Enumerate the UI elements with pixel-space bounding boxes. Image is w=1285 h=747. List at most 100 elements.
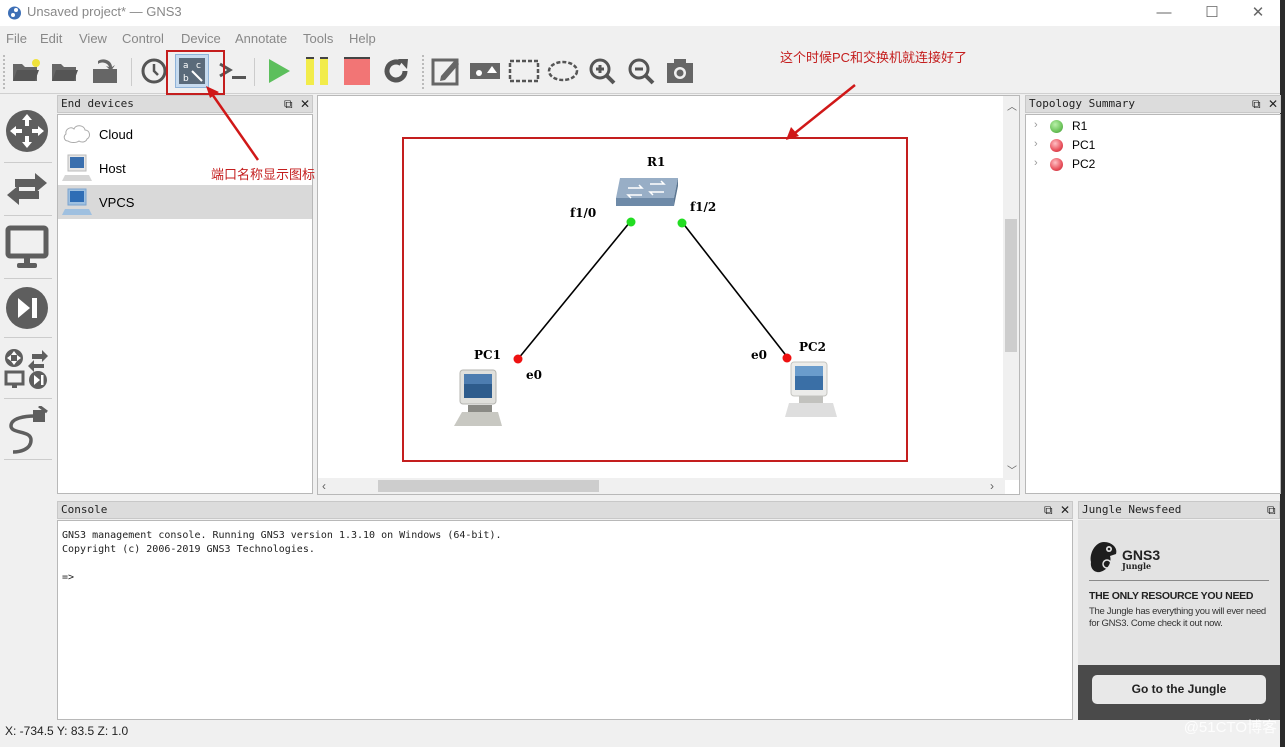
menu-edit[interactable]: Edit (40, 31, 62, 46)
device-item-vpcs[interactable]: VPCS (58, 185, 312, 219)
device-type-bar (0, 95, 55, 715)
browse-security-devices-button[interactable] (4, 285, 50, 331)
toolbar-separator (254, 58, 255, 86)
new-project-button[interactable] (9, 54, 43, 88)
scroll-right-icon[interactable]: › (990, 479, 994, 493)
jungle-headline: THE ONLY RESOURCE YOU NEED (1089, 590, 1254, 602)
draw-ellipse-button[interactable] (546, 54, 580, 88)
float-panel-icon[interactable]: ⧉ (1267, 502, 1276, 518)
device-label: Cloud (99, 127, 133, 142)
horizontal-scrollbar[interactable]: ‹ › (318, 478, 1005, 494)
scroll-down-icon[interactable]: ﹀ (1007, 462, 1017, 477)
close-panel-icon[interactable]: ✕ (1268, 96, 1278, 112)
browse-end-devices-button[interactable] (4, 223, 50, 273)
console-output[interactable]: GNS3 management console. Running GNS3 ve… (57, 520, 1073, 720)
port-label-f1-2[interactable]: f1/2 (690, 200, 716, 214)
divider (4, 459, 52, 460)
suspend-all-button[interactable] (300, 54, 334, 88)
device-item-cloud[interactable]: Cloud (58, 117, 312, 151)
topology-canvas[interactable]: R1 PC1 PC2 f1/0 f1/2 e0 e0 ︿ ﹀ ‹ › (317, 95, 1020, 495)
node-label-pc2[interactable]: PC2 (799, 340, 826, 354)
gns3-logo-icon (8, 6, 21, 20)
add-note-button[interactable] (429, 54, 463, 88)
console-line: Copyright (c) 2006-2019 GNS3 Technologie… (62, 544, 315, 555)
gns3-window: Unsaved project* — GNS3 — ☐ ✕ File Edit … (0, 0, 1281, 747)
menu-annotate[interactable]: Annotate (235, 31, 287, 46)
topology-item-label: PC2 (1072, 157, 1096, 171)
node-label-r1[interactable]: R1 (647, 155, 665, 169)
browse-routers-button[interactable] (4, 107, 50, 155)
menu-device[interactable]: Device (181, 31, 221, 46)
scroll-up-icon[interactable]: ︿ (1007, 98, 1017, 113)
start-all-button[interactable] (262, 54, 296, 88)
scroll-left-icon[interactable]: ‹ (322, 479, 326, 493)
close-button[interactable]: ✕ (1238, 2, 1278, 24)
node-label-pc1[interactable]: PC1 (474, 348, 501, 362)
add-link-button[interactable] (4, 405, 50, 455)
zoom-out-button[interactable] (624, 54, 658, 88)
console-prompt: => (62, 572, 75, 583)
folder-new-icon (13, 59, 40, 81)
port-f1-0-status (626, 217, 636, 227)
console-all-button[interactable] (215, 54, 249, 88)
go-to-jungle-button[interactable]: Go to the Jungle (1092, 675, 1266, 704)
toolbar-grip[interactable] (422, 55, 426, 89)
topology-item-r1[interactable]: › R1 (1026, 117, 1280, 136)
toolbar-separator (131, 58, 132, 86)
ellipse-icon (547, 60, 579, 82)
svg-text:b: b (183, 74, 189, 84)
topology-drawing (402, 137, 908, 462)
topology-item-pc2[interactable]: › PC2 (1026, 155, 1280, 174)
port-label-f1-0[interactable]: f1/0 (570, 206, 596, 220)
port-label-pc1-e0[interactable]: e0 (526, 368, 542, 382)
menu-control[interactable]: Control (122, 31, 164, 46)
open-project-button[interactable] (48, 54, 82, 88)
browse-switches-button[interactable] (4, 167, 50, 211)
window-title: Unsaved project* — GNS3 (27, 4, 182, 19)
vertical-scrollbar[interactable]: ︿ ﹀ (1003, 96, 1019, 480)
close-panel-icon[interactable]: ✕ (300, 96, 310, 112)
show-interface-labels-button[interactable]: acb (175, 54, 209, 88)
link-r1-pc1 (517, 221, 631, 360)
pc1-port-e0-status (513, 354, 523, 364)
expand-chevron-icon[interactable]: › (1034, 157, 1038, 169)
menu-tools[interactable]: Tools (303, 31, 333, 46)
clock-icon (141, 58, 167, 84)
stop-all-button[interactable] (340, 54, 374, 88)
expand-chevron-icon[interactable]: › (1034, 119, 1038, 131)
vertical-scroll-thumb[interactable] (1005, 219, 1017, 352)
save-project-button[interactable] (88, 54, 122, 88)
title-bar: Unsaved project* — GNS3 — ☐ ✕ (0, 0, 1280, 26)
expand-chevron-icon[interactable]: › (1034, 138, 1038, 150)
pc1-icon (454, 369, 502, 426)
cloud-icon (63, 125, 90, 143)
menu-view[interactable]: View (79, 31, 107, 46)
float-panel-icon[interactable]: ⧉ (1044, 502, 1053, 518)
stop-icon (344, 57, 370, 85)
toolbar: acb (0, 50, 1280, 94)
draw-rectangle-button[interactable] (507, 54, 541, 88)
topology-item-pc1[interactable]: › PC1 (1026, 136, 1280, 155)
play-icon (269, 59, 290, 83)
horizontal-scroll-thumb[interactable] (378, 480, 599, 492)
snapshot-history-button[interactable] (137, 54, 171, 88)
maximize-button[interactable]: ☐ (1192, 2, 1232, 24)
browse-all-devices-button[interactable] (4, 345, 50, 393)
float-panel-icon[interactable]: ⧉ (284, 96, 293, 112)
menu-help[interactable]: Help (349, 31, 376, 46)
screenshot-button[interactable] (663, 54, 697, 88)
annotation-canvas-note: 这个时候PC和交换机就连接好了 (780, 50, 968, 65)
menu-bar: File Edit View Control Device Annotate T… (0, 28, 1280, 48)
toolbar-grip[interactable] (3, 55, 7, 89)
menu-file[interactable]: File (6, 31, 27, 46)
close-panel-icon[interactable]: ✕ (1060, 502, 1070, 518)
zoom-out-icon (628, 58, 655, 85)
reload-all-button[interactable] (379, 54, 413, 88)
zoom-in-button[interactable] (585, 54, 619, 88)
topology-summary-list: › R1 › PC1 › PC2 (1025, 114, 1281, 494)
float-panel-icon[interactable]: ⧉ (1252, 96, 1261, 112)
insert-image-button[interactable] (468, 54, 502, 88)
pc2-icon (785, 361, 837, 417)
port-label-pc2-e0[interactable]: e0 (751, 348, 767, 362)
minimize-button[interactable]: — (1144, 2, 1184, 24)
